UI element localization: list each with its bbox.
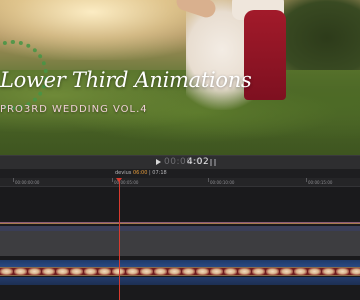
filmstrip-thumbnail <box>280 268 293 275</box>
ruler-label: 00:00:10:00 <box>210 180 235 185</box>
filmstrip-thumbnail <box>98 268 111 275</box>
clip-duration: 06:00 | 07:18 <box>133 170 167 176</box>
video-viewer: Lower Third Animations PRO3RD WEDDING VO… <box>0 0 360 155</box>
filmstrip-thumbnail <box>322 268 335 275</box>
transport-bar: 00:00:0 4:02 <box>0 155 360 169</box>
filmstrip-thumbnail <box>294 268 307 275</box>
clip-time-total: 07:18 <box>152 170 167 176</box>
filmstrip-thumbnail <box>140 268 153 275</box>
filmstrip-thumbnail <box>126 268 139 275</box>
filmstrip-thumbnail <box>252 268 265 275</box>
playhead-handle[interactable] <box>116 178 122 182</box>
filmstrip-thumbnail <box>14 268 27 275</box>
timecode-display: 4:02 <box>187 157 210 167</box>
filmstrip-thumbnail <box>196 268 209 275</box>
ruler-tick <box>13 178 14 182</box>
filmstrip-thumbnail <box>350 268 360 275</box>
clip-time-current: 06:00 <box>133 170 148 176</box>
lower-third-subtitle: PRO3RD WEDDING VOL.4 <box>0 104 148 115</box>
filmstrip-thumbnail <box>182 268 195 275</box>
filmstrip-thumbnail <box>0 268 13 275</box>
ruler-tick <box>208 178 209 182</box>
video-clip-gap[interactable] <box>0 231 360 256</box>
filmstrip-thumbnail <box>56 268 69 275</box>
filmstrip-thumbnail <box>224 268 237 275</box>
timeline-header: devius 06:00 | 07:18 <box>0 169 360 178</box>
filmstrip-clip[interactable] <box>0 267 360 276</box>
audio-clip-top[interactable] <box>0 260 360 267</box>
ruler-tick <box>306 178 307 182</box>
filmstrip-thumbnail <box>70 268 83 275</box>
filmstrip-thumbnail <box>308 268 321 275</box>
audio-clip-bottom[interactable] <box>0 277 360 285</box>
clip-name: devius <box>115 170 132 176</box>
playhead[interactable] <box>119 178 120 300</box>
timeline-tracks[interactable] <box>0 187 360 300</box>
filmstrip-thumbnail <box>84 268 97 275</box>
ruler-label: 00:00:00:00 <box>15 180 40 185</box>
filmstrip-thumbnail <box>210 268 223 275</box>
filmstrip-thumbnail <box>42 268 55 275</box>
ruler-label: 00:00:15:00 <box>308 180 333 185</box>
filmstrip-thumbnail <box>28 268 41 275</box>
lower-third-title: Lower Third Animations <box>0 68 252 92</box>
play-icon[interactable] <box>156 159 161 165</box>
filmstrip-thumbnail <box>336 268 349 275</box>
filmstrip-thumbnail <box>168 268 181 275</box>
ruler-tick <box>112 178 113 182</box>
fullscreen-icon[interactable] <box>210 159 216 166</box>
title-clip[interactable] <box>0 222 360 224</box>
filmstrip-thumbnail <box>154 268 167 275</box>
timeline-ruler[interactable]: 00:00:00:00 00:00:05:00 00:00:10:00 00:0… <box>0 178 360 187</box>
filmstrip-thumbnail <box>238 268 251 275</box>
filmstrip-thumbnail <box>266 268 279 275</box>
